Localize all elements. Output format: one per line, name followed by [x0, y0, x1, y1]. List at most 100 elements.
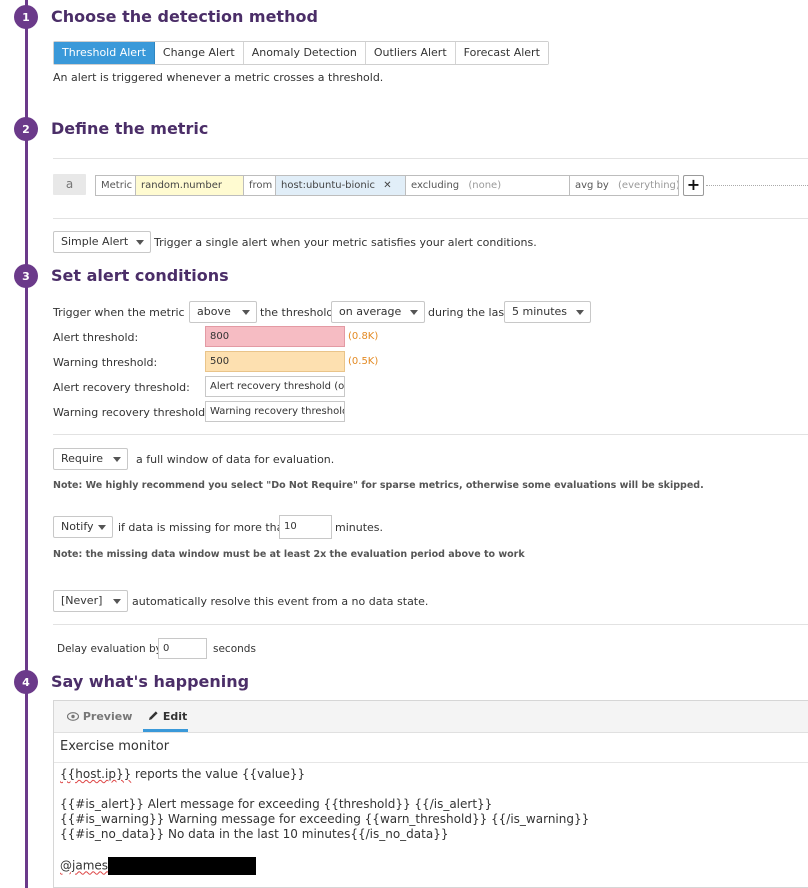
tab-anomaly-detection[interactable]: Anomaly Detection — [243, 42, 366, 64]
avg-by-field[interactable]: avg by (everything) — [570, 176, 678, 195]
notify-minutes-label: minutes. — [335, 521, 384, 534]
metric-query-row: Metric random.number from host:ubuntu-bi… — [95, 175, 679, 196]
message-editor: Preview Edit Exercise monitor {{host.ip}… — [53, 700, 808, 888]
alert-threshold-hint: (0.8K) — [348, 331, 379, 342]
excluding-field[interactable]: excluding (none) — [406, 176, 570, 195]
chevron-down-icon — [136, 240, 144, 245]
pencil-icon — [148, 710, 163, 723]
chevron-down-icon — [113, 599, 121, 604]
divider — [53, 434, 808, 435]
excluding-label: excluding — [411, 180, 460, 191]
message-line: {{#is_warning}} Warning message for exce… — [60, 812, 590, 826]
alert-threshold-input[interactable]: 800 — [205, 326, 345, 347]
host-ip-variable: {{host.ip}} — [60, 767, 132, 781]
alert-type-select[interactable]: Simple Alert — [53, 231, 151, 253]
notify-select[interactable]: Notify — [53, 516, 113, 538]
message-line: {{#is_alert}} Alert message for exceedin… — [60, 797, 493, 811]
detection-method-tabs: Threshold Alert Change Alert Anomaly Det… — [53, 41, 549, 65]
notify-note: Note: the missing data window must be at… — [53, 549, 525, 560]
message-line: {{host.ip}} reports the value {{value}} — [60, 767, 589, 782]
step-4-badge: 4 — [14, 670, 38, 694]
chevron-down-icon — [242, 310, 250, 315]
warning-threshold-input[interactable]: 500 — [205, 351, 345, 372]
tab-preview-label: Preview — [82, 710, 133, 723]
require-value: Require — [61, 452, 103, 465]
divider — [53, 218, 808, 219]
chevron-down-icon — [576, 310, 584, 315]
dotted-connector — [706, 185, 808, 186]
during-label: during the last — [428, 306, 509, 319]
detection-description: An alert is triggered whenever a metric … — [53, 71, 384, 84]
resolve-select[interactable]: [Never] — [53, 590, 128, 612]
resolve-text: automatically resolve this event from a … — [132, 595, 429, 608]
tab-edit[interactable]: Edit — [148, 710, 187, 723]
chevron-down-icon — [410, 310, 418, 315]
avg-by-label: avg by — [575, 180, 609, 191]
warning-threshold-hint: (0.5K) — [348, 356, 379, 367]
mention-line: @james — [60, 857, 589, 875]
aggregation-value: on average — [339, 305, 402, 318]
step-4-title: Say what's happening — [51, 672, 250, 691]
tab-preview[interactable]: Preview — [66, 710, 133, 723]
eye-icon — [66, 710, 83, 723]
editor-tabs: Preview Edit — [54, 701, 808, 733]
window-select[interactable]: 5 minutes — [504, 301, 591, 323]
step-1-title: Choose the detection method — [51, 7, 318, 26]
resolve-value: [Never] — [61, 594, 103, 607]
metric-input[interactable]: random.number — [136, 176, 244, 195]
alert-type-value: Simple Alert — [61, 235, 129, 248]
mention-handle: @james — [60, 858, 109, 873]
warning-recovery-input[interactable]: Warning recovery threshold — [205, 401, 345, 422]
add-query-button[interactable]: + — [683, 175, 704, 196]
excluding-placeholder: (none) — [468, 180, 502, 191]
step-3-title: Set alert conditions — [51, 266, 229, 285]
message-line-rest: reports the value {{value}} — [131, 767, 306, 781]
monitor-title-input[interactable]: Exercise monitor — [60, 739, 169, 754]
require-select[interactable]: Require — [53, 448, 128, 470]
avg-by-placeholder: (everything) — [618, 180, 678, 191]
message-line: {{#is_no_data}} No data in the last 10 m… — [60, 827, 449, 841]
step-1-badge: 1 — [14, 5, 38, 29]
active-tab-indicator — [143, 729, 188, 732]
tab-change-alert[interactable]: Change Alert — [154, 42, 244, 64]
remove-tag-icon[interactable]: ✕ — [383, 180, 391, 191]
chevron-down-icon — [98, 525, 106, 530]
chevron-down-icon — [113, 457, 121, 462]
step-2-title: Define the metric — [51, 119, 209, 138]
trigger-prefix: Trigger when the metric is — [53, 306, 197, 319]
warning-recovery-label: Warning recovery threshold: — [53, 406, 209, 419]
message-body-textarea[interactable]: {{host.ip}} reports the value {{value}} … — [60, 767, 589, 875]
notify-value: Notify — [61, 520, 94, 533]
delay-unit: seconds — [213, 643, 256, 655]
warning-threshold-label: Warning threshold: — [53, 356, 158, 369]
comparison-select[interactable]: above — [189, 301, 257, 323]
tab-threshold-alert[interactable]: Threshold Alert — [54, 42, 155, 64]
from-value: host:ubuntu-bionic — [281, 180, 376, 191]
alert-threshold-label: Alert threshold: — [53, 331, 139, 344]
query-tag[interactable]: a — [53, 174, 86, 195]
aggregation-select[interactable]: on average — [331, 301, 425, 323]
metric-label: Metric — [96, 176, 136, 195]
window-value: 5 minutes — [512, 305, 568, 318]
tab-forecast-alert[interactable]: Forecast Alert — [455, 42, 548, 64]
tab-outliers-alert[interactable]: Outliers Alert — [365, 42, 456, 64]
notify-text: if data is missing for more than — [118, 521, 291, 534]
comparison-value: above — [197, 305, 231, 318]
missing-minutes-input[interactable]: 10 — [279, 515, 332, 539]
delay-input[interactable]: 0 — [158, 638, 207, 659]
divider — [53, 158, 808, 159]
threshold-label: the threshold — [260, 306, 334, 319]
require-note: Note: We highly recommend you select "Do… — [53, 480, 704, 491]
alert-recovery-input[interactable]: Alert recovery threshold (opt — [205, 376, 345, 397]
from-tag[interactable]: host:ubuntu-bionic ✕ — [276, 176, 406, 195]
tab-edit-label: Edit — [162, 710, 188, 723]
divider — [53, 624, 808, 625]
step-3-badge: 3 — [14, 264, 38, 288]
alert-recovery-label: Alert recovery threshold: — [53, 381, 190, 394]
alert-type-description: Trigger a single alert when your metric … — [154, 236, 537, 249]
from-label: from — [244, 176, 276, 195]
require-text: a full window of data for evaluation. — [136, 453, 335, 466]
step-2-badge: 2 — [14, 117, 38, 141]
